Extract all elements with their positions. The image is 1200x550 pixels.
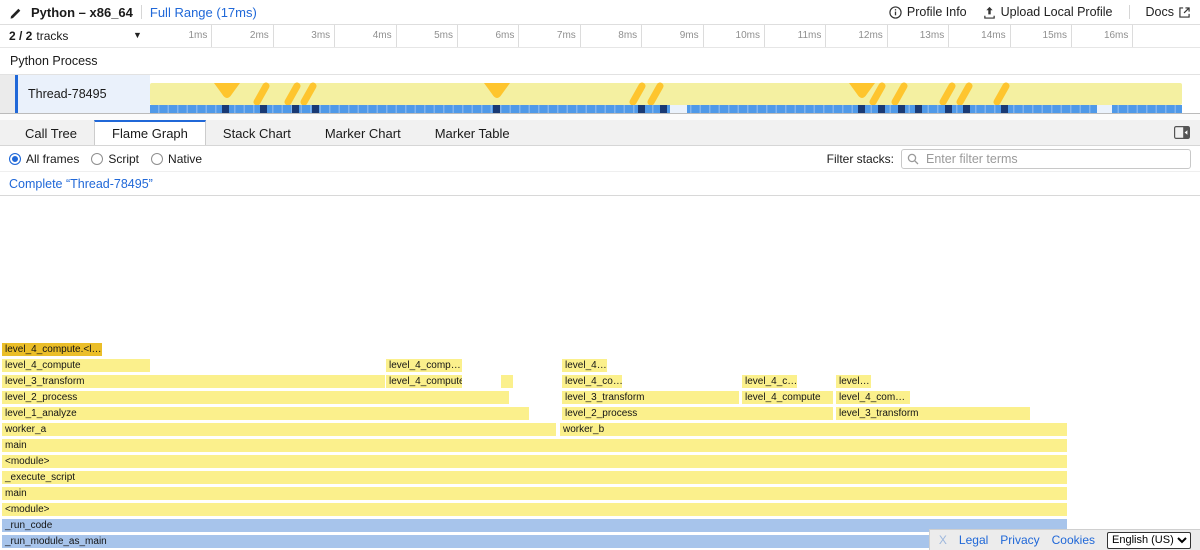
flame-block[interactable]: level_4_compute.<l… [2,343,102,356]
flame-block[interactable]: _run_code [2,519,1067,532]
sample-dark-segment [963,105,970,113]
sample-dark-segment [898,105,905,113]
flame-block[interactable]: main [2,487,1067,500]
sample-dark-segment [858,105,865,113]
flame-block[interactable]: level_4_comp… [386,359,462,372]
radio-label: Native [168,152,202,166]
radio-script[interactable]: Script [91,152,139,166]
flame-block[interactable]: level_4_co… [562,375,622,388]
sample-strip [150,105,1182,113]
search-icon [907,153,919,165]
sample-dark-segment [260,105,267,113]
activity-band [150,80,1182,105]
info-icon [889,6,902,19]
upload-profile-button[interactable]: Upload Local Profile [983,5,1113,19]
flame-block[interactable]: level_1_analyze [2,407,529,420]
tracks-count: 2 / 2 [9,29,32,43]
flame-block[interactable]: _run_module_as_main [2,535,1067,548]
flame-block[interactable]: level_3_transform [836,407,1030,420]
sample-dark-segment [878,105,885,113]
sample-dark-segment [292,105,299,113]
flame-block[interactable]: main [2,439,1067,452]
footer-link-legal[interactable]: Legal [959,533,988,547]
tab-marker-chart[interactable]: Marker Chart [308,120,418,145]
timeline-ruler[interactable]: 2 / 2 tracks ▼ 1ms2ms3ms4ms5ms6ms7ms8ms9… [0,25,1200,48]
sample-dark-segment [638,105,645,113]
tab-marker-table[interactable]: Marker Table [418,120,527,145]
sample-dark-segment [1001,105,1008,113]
sample-gap-segment [670,105,687,113]
filter-stacks-label: Filter stacks: [827,152,894,166]
sample-dark-segment [312,105,319,113]
flame-block[interactable]: worker_b [560,423,1067,436]
panel-tabbar: Call TreeFlame GraphStack ChartMarker Ch… [0,120,1200,146]
flame-block[interactable] [501,375,513,388]
flame-block[interactable]: level_2_process [2,391,509,404]
footer-link-x[interactable]: X [939,533,947,547]
ruler-tick-label: 16ms [1056,30,1128,41]
radio-dot-icon [9,153,21,165]
flame-block[interactable]: level_4… [562,359,607,372]
thread-track-label[interactable]: Thread-78495 [18,75,150,113]
flame-toolbar: All frames Script Native Filter stacks: [0,146,1200,171]
sample-dark-segment [945,105,952,113]
footer-bar: X Legal Privacy Cookies English (US) [929,529,1200,550]
full-range-link[interactable]: Full Range (17ms) [150,5,257,20]
flame-block[interactable]: level_4_compute [742,391,833,404]
thread-activity-graph[interactable] [150,80,1182,113]
flame-block[interactable]: level_4_com… [836,391,910,404]
process-track-label: Python Process [10,54,98,68]
upload-icon [983,6,996,19]
ruler-tick-line [1132,25,1133,47]
radio-label: Script [108,152,139,166]
tab-stack-chart[interactable]: Stack Chart [206,120,308,145]
footer-link-privacy[interactable]: Privacy [1000,533,1039,547]
flame-block[interactable]: level_3_transform [2,375,385,388]
profile-title: Python – x86_64 [31,5,133,20]
flame-graph[interactable]: level_4_compute.<l…level_4_computelevel_… [0,343,1200,550]
app-header: Python – x86_64 Full Range (17ms) Profil… [0,0,1200,25]
footer-link-cookies[interactable]: Cookies [1052,533,1095,547]
sample-dark-segment [660,105,667,113]
track-thread[interactable]: Thread-78495 [0,75,1200,114]
flame-block[interactable]: <module> [2,455,1067,468]
tab-flame-graph[interactable]: Flame Graph [94,120,206,145]
edit-pencil-icon[interactable] [10,6,23,19]
sample-dark-segment [493,105,500,113]
flame-block[interactable]: _execute_script [2,471,1067,484]
sample-dark-segment [915,105,922,113]
sidebar-toggle-button[interactable] [1174,126,1190,144]
flame-block[interactable]: level_4_compute [386,375,462,388]
external-link-icon [1179,7,1190,18]
radio-all-frames[interactable]: All frames [9,152,79,166]
profile-info-button[interactable]: Profile Info [889,5,967,19]
divider [141,5,142,19]
radio-dot-icon [91,153,103,165]
radio-dot-icon [151,153,163,165]
filter-stacks-input[interactable] [901,149,1191,169]
flame-block[interactable]: level_3_transform [562,391,739,404]
docs-link[interactable]: Docs [1146,5,1190,19]
breadcrumb: Complete “Thread-78495” [0,171,1200,196]
tracks-label: tracks [36,29,68,43]
sample-gap-segment [1097,105,1112,113]
track-gutter [0,75,15,113]
flame-block[interactable]: level_2_process [562,407,833,420]
breadcrumb-thread-link[interactable]: Complete “Thread-78495” [9,177,153,191]
flame-block[interactable]: level… [836,375,871,388]
flame-block[interactable]: level_4_compute [2,359,150,372]
radio-label: All frames [26,152,79,166]
divider [1129,5,1130,19]
flame-block[interactable]: <module> [2,503,1067,516]
sample-dark-segment [222,105,229,113]
flame-block[interactable]: worker_a [2,423,556,436]
track-python-process[interactable]: Python Process [0,48,1200,75]
flame-block[interactable]: level_4_c… [742,375,797,388]
tab-call-tree[interactable]: Call Tree [8,120,94,145]
language-select[interactable]: English (US) [1107,532,1191,549]
radio-native[interactable]: Native [151,152,202,166]
